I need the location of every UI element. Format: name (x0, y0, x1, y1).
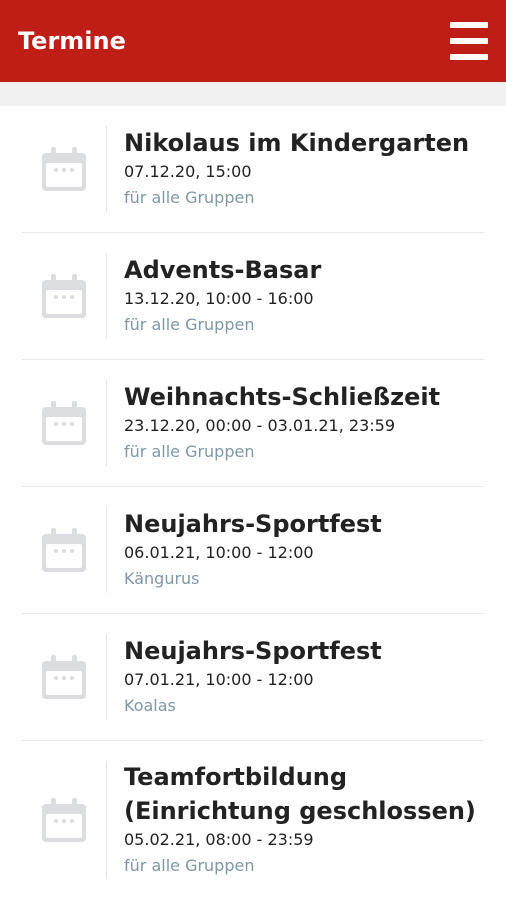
app-bar: Termine (0, 0, 506, 82)
event-group: Koalas (124, 696, 176, 715)
event-group: für alle Gruppen (124, 442, 255, 461)
hamburger-menu-icon[interactable] (450, 22, 488, 60)
event-title: Nikolaus im Kindergarten (124, 129, 470, 157)
event-group: für alle Gruppen (124, 188, 255, 207)
calendar-icon (22, 487, 106, 613)
event-title: Weihnachts-Schließzeit (124, 383, 441, 411)
calendar-icon (22, 741, 106, 899)
event-date: 06.01.21, 10:00 - 12:00 (124, 543, 314, 562)
header-spacer (0, 82, 506, 106)
event-item[interactable]: Neujahrs-Sportfest 06.01.21, 10:00 - 12:… (22, 487, 484, 614)
event-title: Advents-Basar (124, 256, 322, 284)
event-group: für alle Gruppen (124, 856, 255, 875)
event-date: 07.01.21, 10:00 - 12:00 (124, 670, 314, 689)
event-date: 05.02.21, 08:00 - 23:59 (124, 830, 314, 849)
menu-line (450, 54, 488, 60)
calendar-icon (22, 233, 106, 359)
menu-line (450, 22, 488, 28)
event-date: 07.12.20, 15:00 (124, 162, 252, 181)
event-group: für alle Gruppen (124, 315, 255, 334)
page-title: Termine (18, 27, 126, 55)
event-title: Neujahrs-Sportfest (124, 637, 382, 665)
event-item[interactable]: Weihnachts-Schließzeit 23.12.20, 00:00 -… (22, 360, 484, 487)
menu-line (450, 38, 488, 44)
event-item[interactable]: Advents-Basar 13.12.20, 10:00 - 16:00 fü… (22, 233, 484, 360)
calendar-icon (22, 106, 106, 232)
event-item[interactable]: Neujahrs-Sportfest 07.01.21, 10:00 - 12:… (22, 614, 484, 741)
event-title: Teamfortbildung (Einrichtung geschlossen… (124, 763, 476, 825)
event-item[interactable]: Teamfortbildung (Einrichtung geschlossen… (22, 741, 484, 899)
event-date: 13.12.20, 10:00 - 16:00 (124, 289, 314, 308)
event-group: Kängurus (124, 569, 200, 588)
calendar-icon (22, 614, 106, 740)
event-title: Neujahrs-Sportfest (124, 510, 382, 538)
event-item[interactable]: Nikolaus im Kindergarten 07.12.20, 15:00… (22, 106, 484, 233)
calendar-icon (22, 360, 106, 486)
event-date: 23.12.20, 00:00 - 03.01.21, 23:59 (124, 416, 396, 435)
event-list: Nikolaus im Kindergarten 07.12.20, 15:00… (0, 106, 506, 899)
